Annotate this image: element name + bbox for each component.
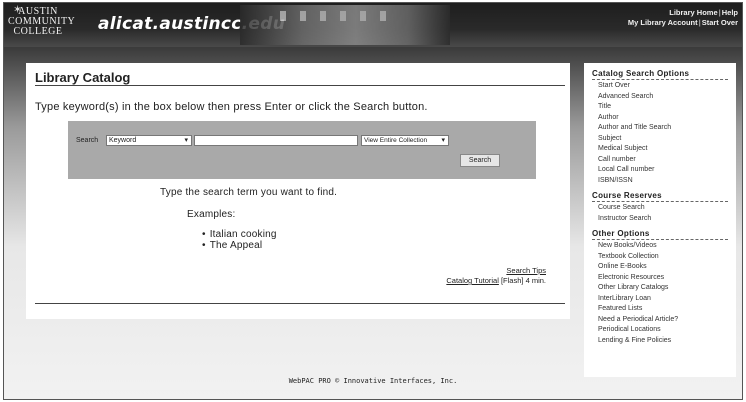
title-divider <box>35 85 565 86</box>
dropdown-arrow-icon: ▾ <box>441 137 445 144</box>
sidebar-item-interlibrary-loan[interactable]: InterLibrary Loan <box>592 294 728 305</box>
sidebar-item-instructor-search[interactable]: Instructor Search <box>592 214 728 225</box>
library-home-link[interactable]: Library Home <box>669 8 717 17</box>
examples-list: Italian cooking The Appeal <box>202 229 277 251</box>
sidebar-item-periodical-article[interactable]: Need a Periodical Article? <box>592 315 728 326</box>
bottom-divider <box>35 303 565 304</box>
search-label: Search <box>76 137 99 144</box>
collection-select[interactable]: View Entire Collection ▾ <box>361 135 449 146</box>
sidebar-item-call-number[interactable]: Call number <box>592 155 728 166</box>
search-tips-link[interactable]: Search Tips <box>506 266 546 275</box>
sidebar-item-featured-lists[interactable]: Featured Lists <box>592 304 728 315</box>
banner-image <box>240 5 450 45</box>
sidebar-item-title[interactable]: Title <box>592 102 728 113</box>
sidebar-item-new-books[interactable]: New Books/Videos <box>592 241 728 252</box>
sidebar-item-subject[interactable]: Subject <box>592 134 728 145</box>
instruction-text: Type keyword(s) in the box below then pr… <box>35 101 428 113</box>
sidebar-heading-course-reserves: Course Reserves <box>592 191 728 202</box>
sidebar-item-author-title[interactable]: Author and Title Search <box>592 123 728 134</box>
logo-line-3: COLLEGE <box>13 26 63 37</box>
sidebar-item-lending-policies[interactable]: Lending & Fine Policies <box>592 336 728 347</box>
search-type-value: Keyword <box>109 137 137 144</box>
page-frame: ✶ AUSTIN COMMUNITY COLLEGE alicat.austin… <box>3 2 743 400</box>
examples-label: Examples: <box>187 209 236 220</box>
sidebar-item-electronic-resources[interactable]: Electronic Resources <box>592 273 728 284</box>
collection-value: View Entire Collection <box>364 137 428 144</box>
top-links: Library Home|Help My Library Account|Sta… <box>627 8 738 27</box>
sidebar-item-other-catalogs[interactable]: Other Library Catalogs <box>592 283 728 294</box>
tutorial-suffix: [Flash] 4 min. <box>498 276 546 285</box>
search-input[interactable] <box>194 135 358 146</box>
search-type-select[interactable]: Keyword ▾ <box>106 135 192 146</box>
tutorial-line: Catalog Tutorial [Flash] 4 min. <box>446 276 546 285</box>
example-item: The Appeal <box>202 240 277 251</box>
sidebar-heading-other-options: Other Options <box>592 229 728 240</box>
footer-credit: WebPAC PRO © Innovative Interfaces, Inc. <box>288 377 458 385</box>
sidebar-item-isbn-issn[interactable]: ISBN/ISSN <box>592 176 728 187</box>
page-title: Library Catalog <box>35 70 131 85</box>
search-hint: Type the search term you want to find. <box>160 187 338 198</box>
sidebar: Catalog Search Options Start Over Advanc… <box>584 63 736 377</box>
sidebar-heading-catalog-search: Catalog Search Options <box>592 69 728 80</box>
site-header: ✶ AUSTIN COMMUNITY COLLEGE alicat.austin… <box>4 3 742 47</box>
sidebar-item-medical-subject[interactable]: Medical Subject <box>592 144 728 155</box>
example-item: Italian cooking <box>202 229 277 240</box>
sidebar-item-course-search[interactable]: Course Search <box>592 203 728 214</box>
search-box: Search Keyword ▾ View Entire Collection … <box>68 121 536 179</box>
search-button[interactable]: Search <box>460 154 500 167</box>
sidebar-item-local-call-number[interactable]: Local Call number <box>592 165 728 176</box>
college-logo[interactable]: ✶ AUSTIN COMMUNITY COLLEGE <box>8 5 75 43</box>
sidebar-item-periodical-locations[interactable]: Periodical Locations <box>592 325 728 336</box>
sidebar-item-author[interactable]: Author <box>592 113 728 124</box>
body-area: Library Catalog Type keyword(s) in the b… <box>4 47 742 399</box>
sidebar-item-start-over[interactable]: Start Over <box>592 81 728 92</box>
my-library-account-link[interactable]: My Library Account <box>628 18 698 27</box>
main-panel: Library Catalog Type keyword(s) in the b… <box>26 63 570 319</box>
dropdown-arrow-icon: ▾ <box>184 137 188 144</box>
sidebar-item-online-ebooks[interactable]: Online E-Books <box>592 262 728 273</box>
sidebar-item-textbook-collection[interactable]: Textbook Collection <box>592 252 728 263</box>
catalog-tutorial-link[interactable]: Catalog Tutorial <box>446 276 499 285</box>
start-over-link[interactable]: Start Over <box>702 18 738 27</box>
help-link[interactable]: Help <box>722 8 738 17</box>
sidebar-item-advanced-search[interactable]: Advanced Search <box>592 92 728 103</box>
